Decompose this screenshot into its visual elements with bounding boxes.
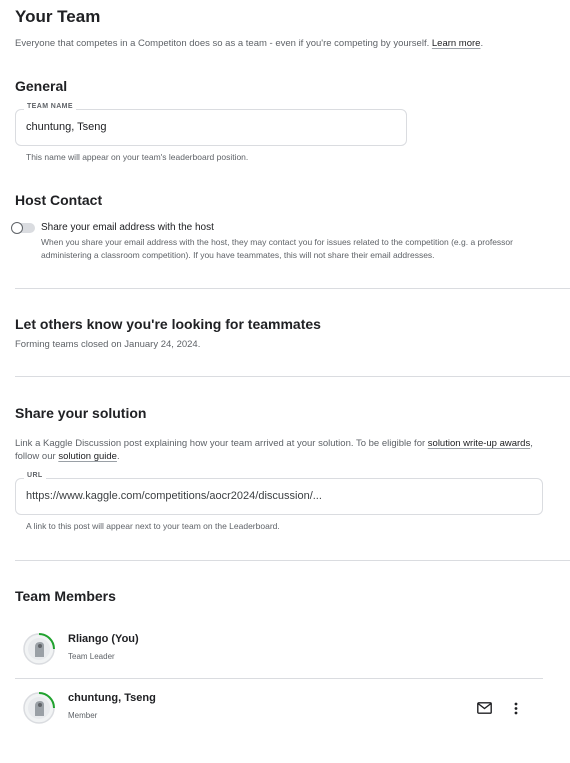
toggle-knob: [11, 222, 23, 234]
divider: [15, 560, 570, 561]
url-helper: A link to this post will appear next to …: [26, 521, 280, 531]
member-role: Member: [68, 711, 98, 720]
avatar[interactable]: [22, 691, 56, 725]
intro-text-end: .: [480, 38, 484, 49]
page-title: Your Team: [15, 7, 101, 26]
member-name[interactable]: chuntung, Tseng: [68, 692, 156, 704]
url-input[interactable]: https://www.kaggle.com/competitions/aocr…: [26, 490, 322, 502]
team-name-field[interactable]: TEAM NAME chuntung, Tseng: [15, 103, 407, 146]
learn-more-link[interactable]: Learn more: [432, 38, 481, 49]
general-heading: General: [15, 78, 68, 94]
team-name-helper: This name will appear on your team's lea…: [26, 152, 249, 162]
team-member-row: Rliango (You) Team Leader: [22, 632, 543, 682]
team-name-input[interactable]: chuntung, Tseng: [26, 121, 107, 133]
member-role: Team Leader: [68, 652, 115, 661]
divider: [15, 678, 543, 679]
divider: [15, 376, 570, 377]
intro-text: Everyone that competes in a Competiton d…: [15, 38, 483, 49]
solution-writeup-awards-link[interactable]: solution write-up awards: [428, 438, 530, 449]
url-label: URL: [24, 472, 46, 479]
team-name-label: TEAM NAME: [24, 103, 76, 110]
share-email-label: Share your email address with the host: [41, 222, 214, 233]
member-name[interactable]: Rliango (You): [68, 633, 139, 645]
team-member-row: chuntung, Tseng Member: [22, 691, 543, 741]
teammates-heading: Let others know you're looking for teamm…: [15, 316, 321, 332]
avatar[interactable]: [22, 632, 56, 666]
divider: [15, 288, 570, 289]
intro-text-body: Everyone that competes in a Competiton d…: [15, 38, 430, 49]
share-solution-heading: Share your solution: [15, 405, 147, 421]
share-desc-part3: .: [116, 451, 120, 462]
share-email-toggle[interactable]: [11, 222, 35, 234]
teammates-status: Forming teams closed on January 24, 2024…: [15, 339, 201, 350]
share-solution-description: Link a Kaggle Discussion post explaining…: [15, 437, 535, 463]
mail-icon[interactable]: [474, 698, 494, 718]
solution-url-field[interactable]: URL https://www.kaggle.com/competitions/…: [15, 472, 543, 515]
share-desc-part1: Link a Kaggle Discussion post explaining…: [15, 438, 428, 449]
more-vertical-icon[interactable]: [506, 698, 526, 718]
solution-guide-link[interactable]: solution guide: [58, 451, 117, 462]
host-contact-heading: Host Contact: [15, 192, 103, 208]
share-email-description: When you share your email address with t…: [41, 237, 513, 260]
team-members-heading: Team Members: [15, 588, 116, 604]
